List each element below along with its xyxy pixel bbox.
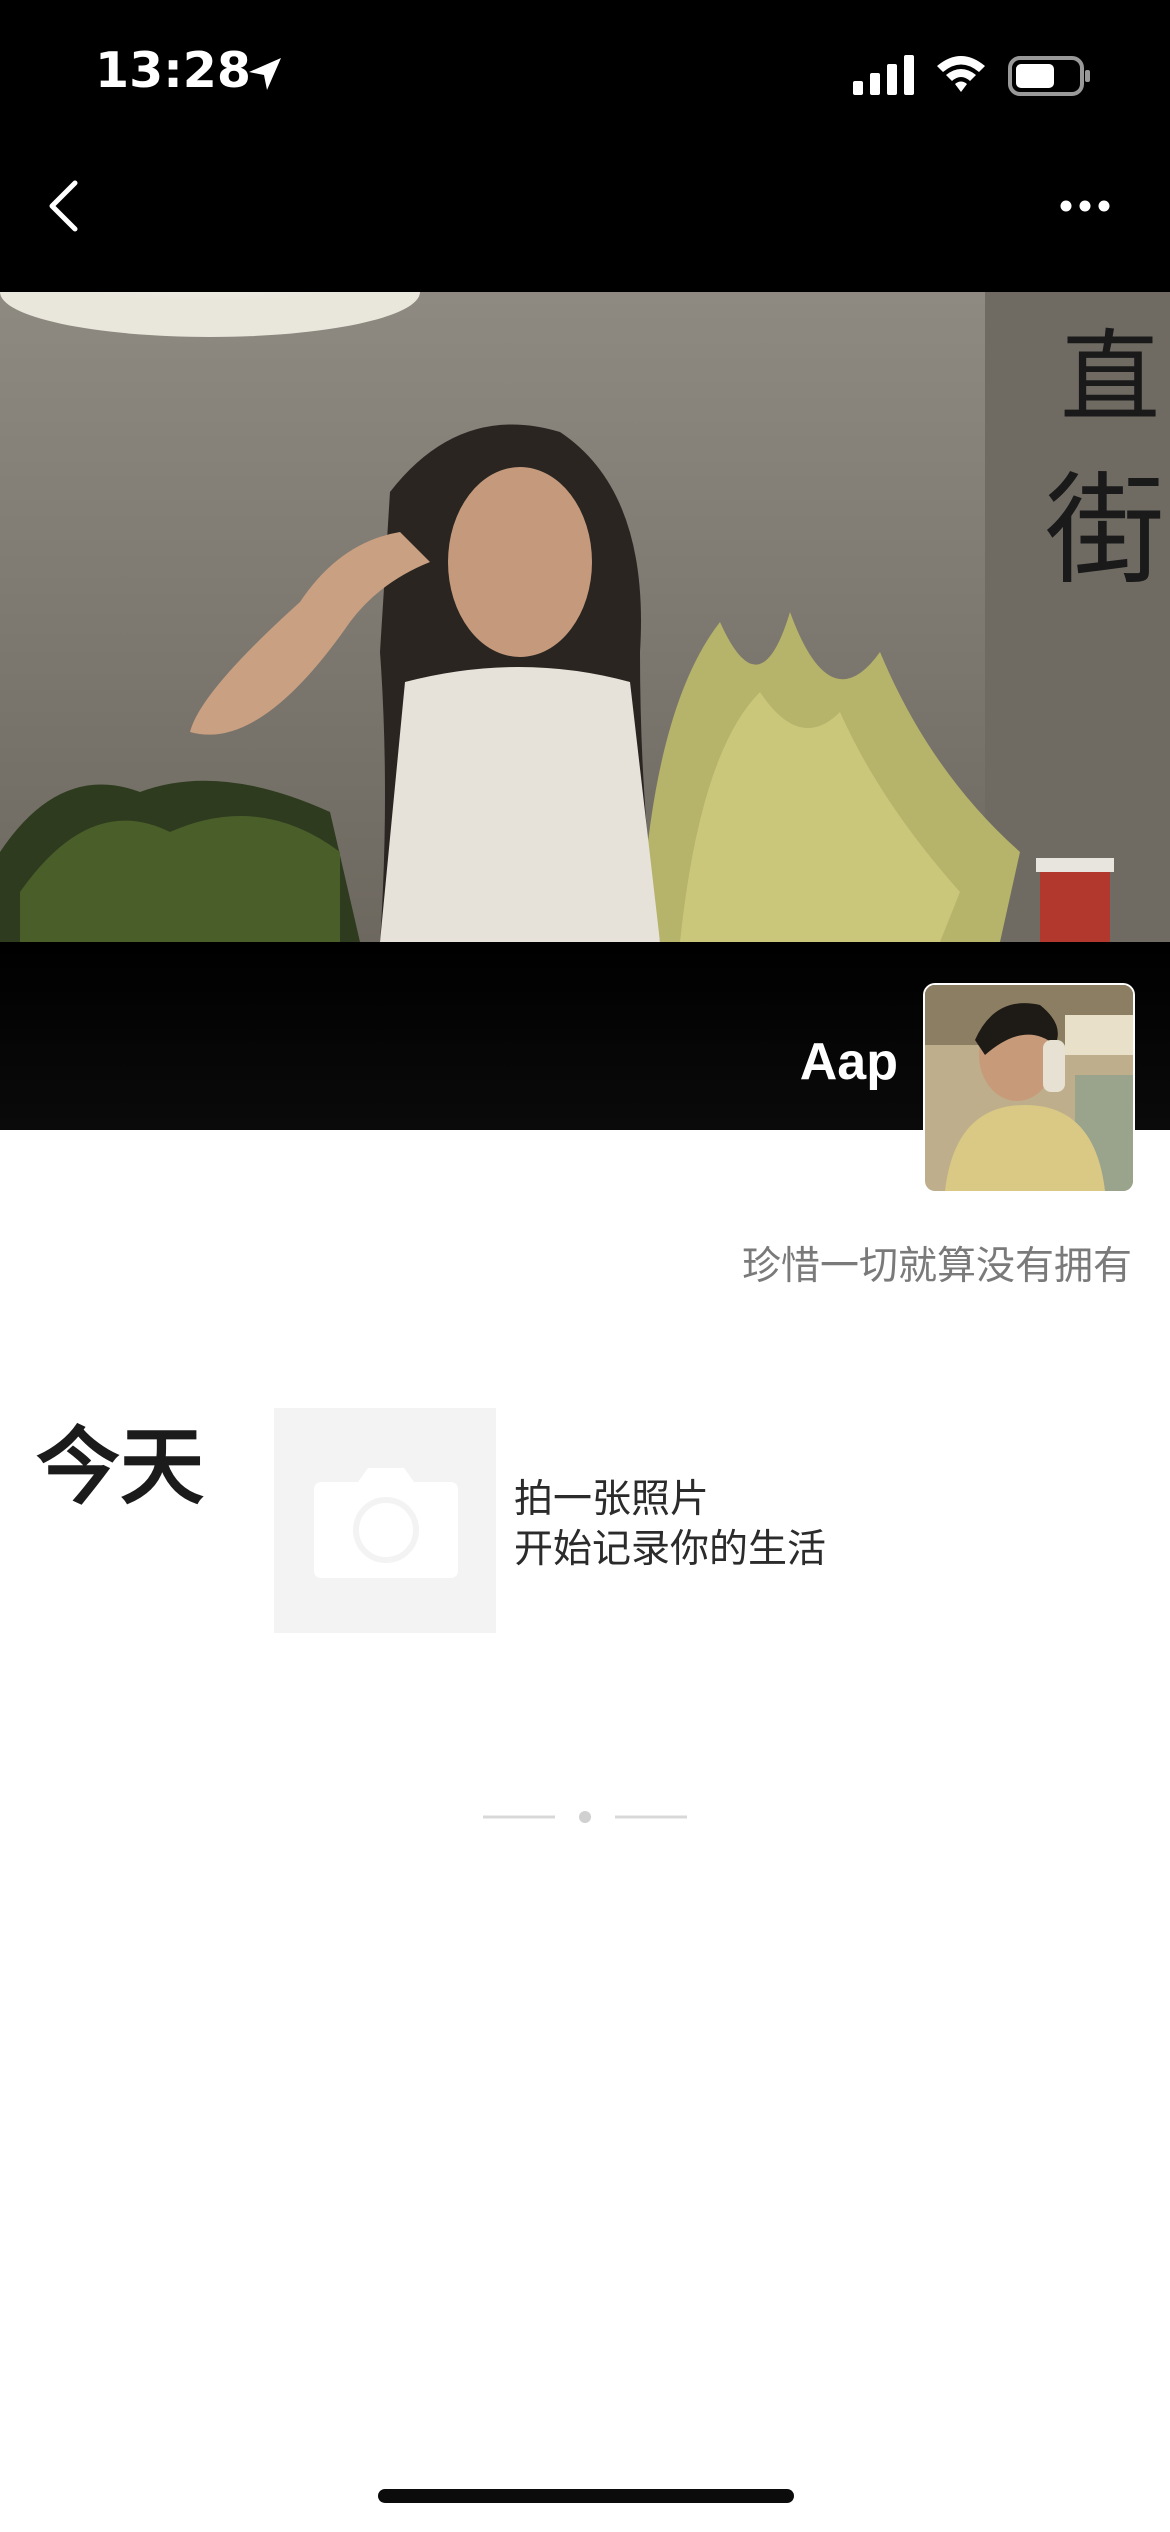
- svg-text:直: 直: [1060, 319, 1160, 436]
- cover-photo[interactable]: 直 街: [0, 292, 1170, 942]
- back-button[interactable]: [30, 165, 100, 245]
- profile-username: Aap: [799, 1033, 898, 1091]
- avatar-image: [925, 985, 1133, 1191]
- take-photo-button[interactable]: [274, 1408, 496, 1633]
- location-arrow-icon: [249, 58, 281, 90]
- end-of-list-divider: [483, 1811, 687, 1823]
- photo-prompt-line2: 开始记录你的生活: [514, 1527, 827, 1572]
- cover-photo-image: 直 街: [0, 292, 1170, 942]
- status-time: 13:28: [95, 42, 251, 99]
- battery-icon: [1008, 56, 1090, 96]
- more-options-button[interactable]: [1040, 178, 1130, 234]
- section-title-today: 今天: [36, 1418, 205, 1516]
- signal-icon: [853, 55, 914, 95]
- avatar[interactable]: [923, 983, 1135, 1193]
- camera-icon: [314, 1468, 458, 1578]
- photo-prompt-line1: 拍一张照片: [514, 1477, 710, 1522]
- profile-signature: 珍惜一切就算没有拥有: [741, 1244, 1132, 1289]
- home-indicator[interactable]: [378, 2489, 794, 2503]
- svg-text:街: 街: [1045, 462, 1165, 601]
- wifi-icon: [937, 56, 985, 92]
